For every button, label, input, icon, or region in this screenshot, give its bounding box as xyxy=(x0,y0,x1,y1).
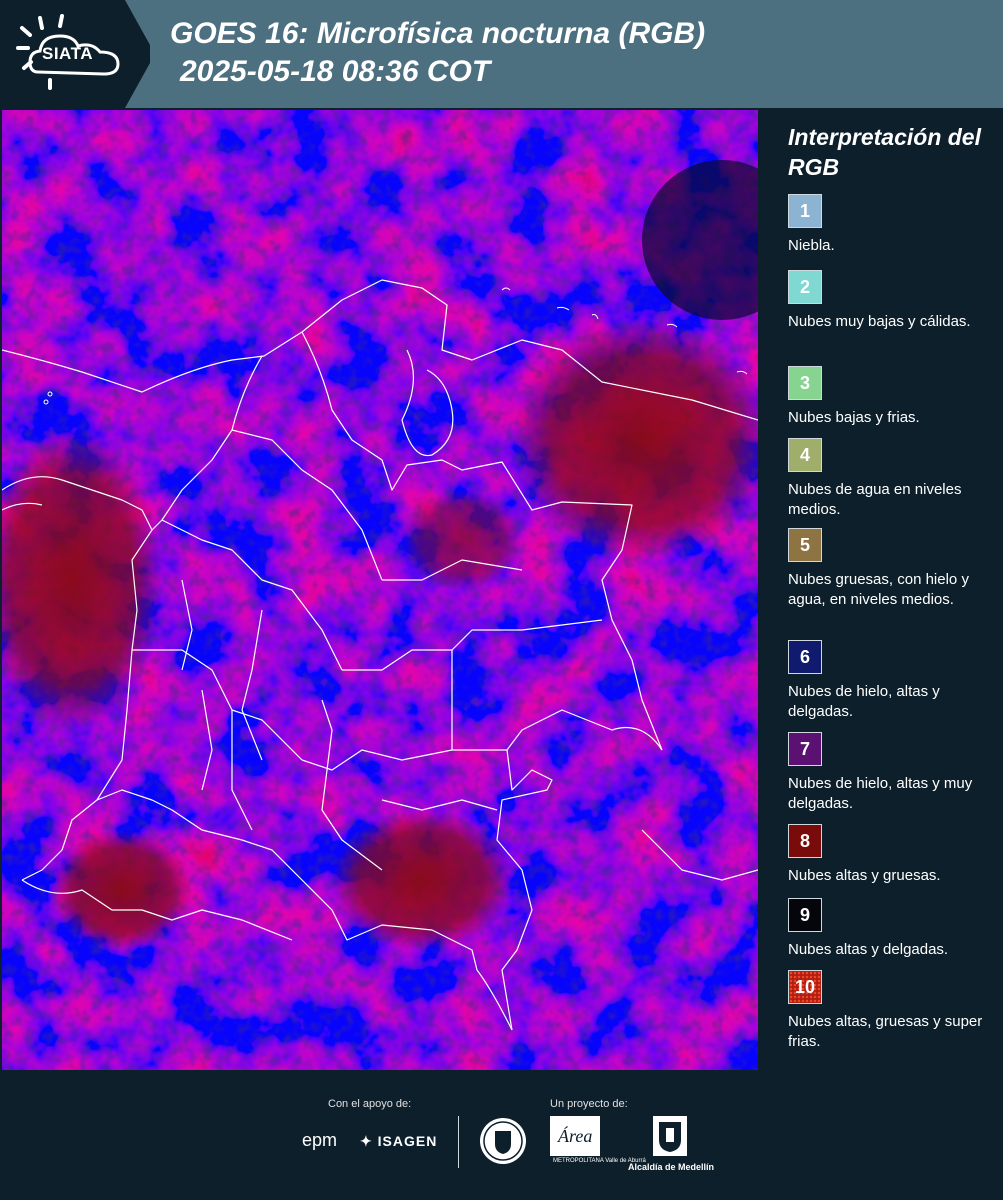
legend-label: Nubes de hielo, altas y muy delgadas. xyxy=(788,775,973,812)
isagen-star-icon: ✦ xyxy=(360,1133,373,1149)
siata-logo: SIATA xyxy=(0,0,150,108)
support-caption: Con el apoyo de: xyxy=(328,1098,412,1110)
legend-label: Nubes altas y gruesas. xyxy=(788,867,941,884)
legend-label: Nubes de agua en niveles medios. xyxy=(788,481,962,518)
legend-label: Nubes bajas y frias. xyxy=(788,409,920,426)
header: SIATA GOES 16: Microfísica nocturna (RGB… xyxy=(0,0,1003,108)
page-title: GOES 16: Microfísica nocturna (RGB) xyxy=(170,17,706,50)
alcaldia-name: Alcaldía de Medellín xyxy=(628,1162,715,1172)
legend-swatch: 3 xyxy=(788,366,822,400)
legend-item-10: 10 Nubes altas, gruesas y super frias. xyxy=(788,970,988,1052)
isagen-logo-text: ISAGEN xyxy=(377,1133,438,1149)
alcaldia-seal-icon xyxy=(638,1116,702,1161)
legend-label: Niebla. xyxy=(788,237,835,254)
legend-swatch: 6 xyxy=(788,640,822,674)
legend-panel: Interpretación del RGB 1 Niebla. 2 Nubes… xyxy=(762,110,1003,1070)
legend-label: Nubes gruesas, con hielo y agua, en nive… xyxy=(788,571,969,608)
legend-swatch: 8 xyxy=(788,824,822,858)
legend-item-9: 9 Nubes altas y delgadas. xyxy=(788,898,988,960)
legend-swatch: 4 xyxy=(788,438,822,472)
satellite-map xyxy=(2,110,758,1070)
legend-swatch: 5 xyxy=(788,528,822,562)
legend-label: Nubes altas, gruesas y super frias. xyxy=(788,1013,983,1050)
area-logo-text: Área xyxy=(557,1125,592,1146)
isagen-logo: ✦ ISAGEN xyxy=(360,1133,437,1150)
legend-label: Nubes altas y delgadas. xyxy=(788,941,949,958)
legend-swatch: 2 xyxy=(788,270,822,304)
legend-item-8: 8 Nubes altas y gruesas. xyxy=(788,824,988,886)
legend-item-4: 4 Nubes de agua en niveles medios. xyxy=(788,438,988,520)
rgb-composite-image xyxy=(2,110,758,1070)
footer-divider xyxy=(458,1116,459,1168)
epm-logo: epm xyxy=(302,1130,338,1150)
legend-item-5: 5 Nubes gruesas, con hielo y agua, en ni… xyxy=(788,528,988,610)
legend-label: Nubes de hielo, altas y delgadas. xyxy=(788,683,940,720)
project-caption: Un proyecto de: xyxy=(550,1098,628,1110)
legend-item-3: 3 Nubes bajas y frias. xyxy=(788,366,988,428)
legend-title: Interpretación del RGB xyxy=(788,124,981,180)
legend-swatch: 1 xyxy=(788,194,822,228)
legend-swatch: 10 xyxy=(788,970,822,1004)
legend-swatch: 7 xyxy=(788,732,822,766)
timestamp: 2025-05-18 08:36 COT xyxy=(180,55,491,88)
legend-swatch: 9 xyxy=(788,898,822,932)
siata-logo-text: SIATA xyxy=(42,44,93,63)
legend-item-1: 1 Niebla. xyxy=(788,194,988,256)
legend-item-7: 7 Nubes de hielo, altas y muy delgadas. xyxy=(788,732,988,814)
legend-item-6: 6 Nubes de hielo, altas y delgadas. xyxy=(788,640,988,722)
footer: Con el apoyo de: Un proyecto de: epm ✦ I… xyxy=(0,1070,1003,1200)
legend-label: Nubes muy bajas y cálidas. xyxy=(788,313,971,330)
legend-item-2: 2 Nubes muy bajas y cálidas. xyxy=(788,270,988,332)
antioquia-seal-icon xyxy=(478,1116,528,1171)
